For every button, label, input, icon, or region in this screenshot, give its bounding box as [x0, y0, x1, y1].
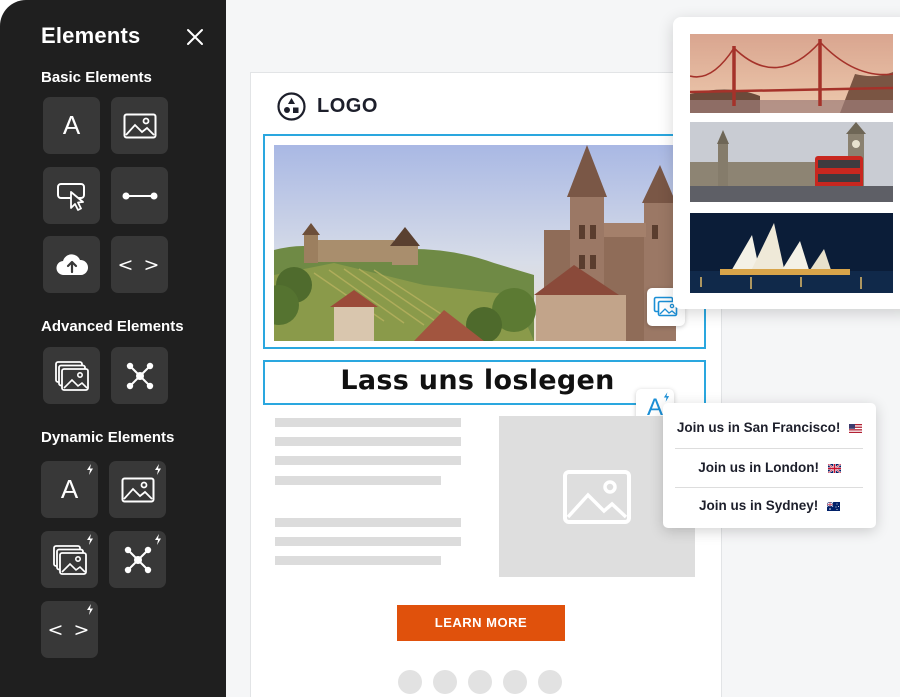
lightning-icon — [87, 464, 93, 475]
text-placeholder-line — [275, 476, 441, 485]
image-element-tile[interactable] — [111, 97, 168, 154]
text-variant-london[interactable]: Join us in London! — [663, 460, 876, 475]
dynamic-text-icon: A — [60, 474, 79, 504]
divider-element-tile[interactable] — [111, 167, 168, 224]
us-flag-icon — [849, 423, 863, 433]
text-placeholder-line — [275, 556, 441, 565]
divider-icon — [122, 192, 157, 199]
panel-title: Elements — [41, 23, 141, 48]
html-element-tile[interactable]: < > — [111, 236, 168, 293]
social-icon[interactable] — [503, 670, 527, 694]
dynamic-image-tile[interactable] — [109, 461, 166, 518]
lightning-icon — [87, 604, 93, 615]
social-icon[interactable] — [538, 670, 562, 694]
text-placeholder-line — [275, 518, 461, 527]
dynamic-network-icon — [124, 546, 151, 573]
text-variant-label: Join us in San Francisco! — [676, 420, 841, 435]
text-variant-label: Join us in Sydney! — [698, 498, 819, 513]
dynamic-gallery-icon — [52, 544, 87, 575]
au-flag-icon — [827, 501, 841, 511]
lightning-icon — [155, 534, 161, 545]
text-placeholder-line — [275, 418, 461, 427]
lightning-icon — [87, 534, 93, 545]
golden-gate-photo[interactable] — [690, 34, 893, 113]
text-placeholder-line — [275, 456, 461, 465]
dynamic-gallery-tile[interactable] — [41, 531, 98, 588]
network-element-tile[interactable] — [111, 347, 168, 404]
dynamic-image-icon — [121, 477, 154, 502]
advanced-elements-label: Advanced Elements — [41, 318, 184, 335]
dynamic-network-tile[interactable] — [109, 531, 166, 588]
logo-icon — [277, 92, 306, 121]
social-icon[interactable] — [398, 670, 422, 694]
lightning-icon — [155, 464, 161, 475]
email-headline[interactable]: Lass uns loslegen — [263, 361, 692, 401]
uk-flag-icon — [827, 463, 841, 473]
gallery-icon — [54, 360, 89, 391]
network-icon — [126, 362, 153, 389]
gallery-element-tile[interactable] — [43, 347, 100, 404]
logo-text: LOGO — [317, 95, 378, 117]
lightning-icon — [663, 392, 670, 402]
basic-elements-label: Basic Elements — [41, 69, 152, 86]
text-element-tile[interactable]: A — [43, 97, 100, 154]
cursor-button-icon — [56, 182, 85, 211]
button-element-tile[interactable] — [43, 167, 100, 224]
upload-element-tile[interactable] — [43, 236, 100, 293]
cloud-upload-icon — [55, 253, 88, 275]
dynamic-code-icon: < > — [47, 618, 92, 641]
close-icon[interactable] — [184, 26, 206, 48]
text-variant-san-francisco[interactable]: Join us in San Francisco! — [663, 420, 876, 435]
image-icon — [123, 113, 156, 138]
text-variant-sydney[interactable]: Join us in Sydney! — [663, 498, 876, 513]
image-icon — [563, 470, 631, 524]
dynamic-html-tile[interactable]: < > — [41, 601, 98, 658]
social-icon[interactable] — [468, 670, 492, 694]
london-photo[interactable] — [690, 122, 893, 202]
text-placeholder-line — [275, 437, 461, 446]
dynamic-text-tile[interactable]: A — [41, 461, 98, 518]
text-icon: A — [62, 110, 81, 140]
variant-divider — [675, 448, 863, 449]
code-icon: < > — [117, 253, 162, 276]
learn-more-button[interactable]: LEARN MORE — [397, 605, 565, 641]
dynamic-elements-label: Dynamic Elements — [41, 429, 175, 446]
elements-panel: Elements Basic Elements A < > Advanced E… — [0, 0, 226, 697]
text-variant-label: Join us in London! — [698, 460, 819, 475]
social-icon[interactable] — [433, 670, 457, 694]
sydney-opera-photo[interactable] — [690, 213, 893, 293]
hero-image[interactable] — [274, 145, 676, 341]
text-placeholder-line — [275, 537, 461, 546]
variant-divider — [675, 487, 863, 488]
